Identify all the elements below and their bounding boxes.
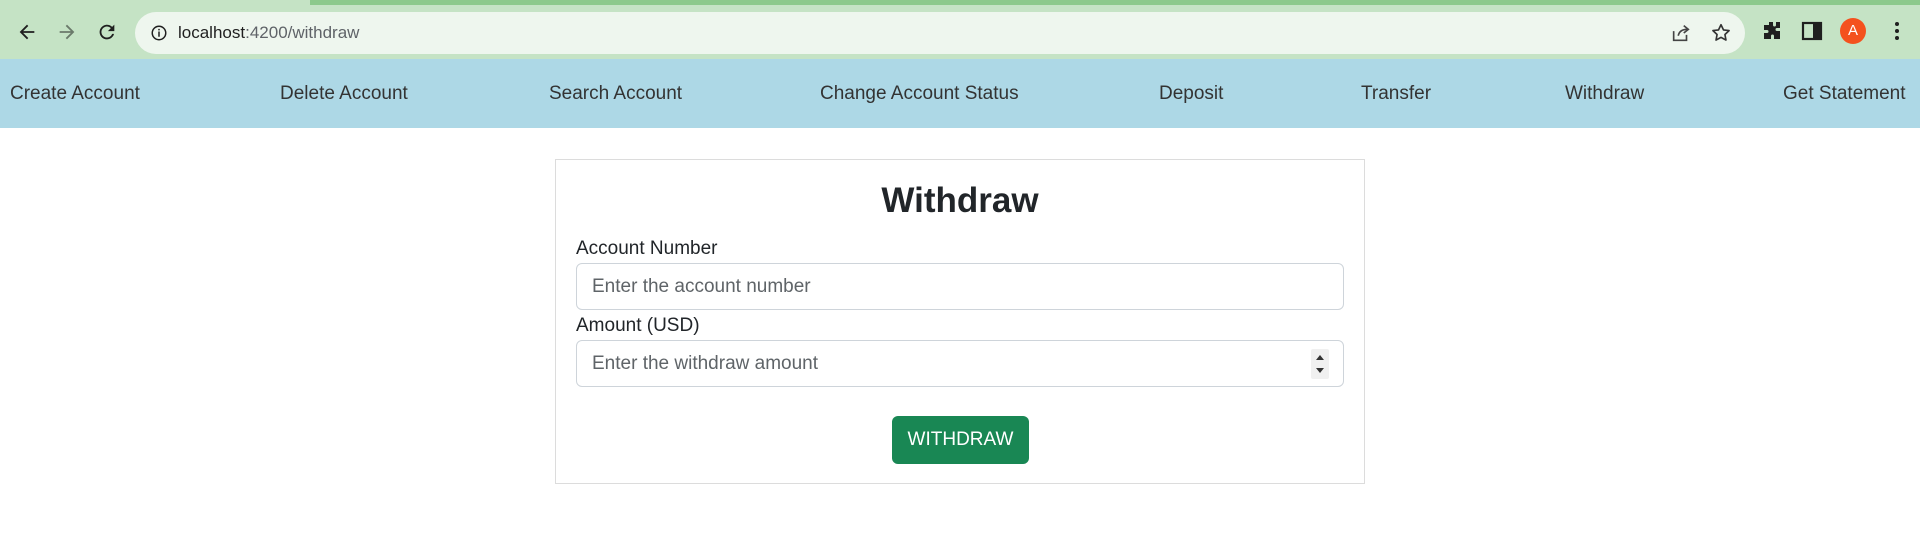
avatar[interactable]: A <box>1840 18 1866 44</box>
browser-toolbar: localhost:4200/withdraw A <box>0 0 1920 59</box>
page-title: Withdraw <box>881 181 1039 220</box>
nav-transfer[interactable]: Transfer <box>1361 83 1431 105</box>
nav-search-account[interactable]: Search Account <box>549 83 682 105</box>
amount-label: Amount (USD) <box>576 315 700 336</box>
amount-input[interactable] <box>576 340 1344 387</box>
share-icon[interactable] <box>1670 22 1692 44</box>
back-button[interactable] <box>9 14 45 50</box>
reload-button[interactable] <box>89 14 125 50</box>
account-number-input[interactable] <box>576 263 1344 310</box>
address-bar[interactable]: localhost:4200/withdraw <box>135 12 1745 54</box>
nav-create-account[interactable]: Create Account <box>10 83 140 105</box>
forward-arrow-icon <box>59 24 75 40</box>
url-text[interactable]: localhost:4200/withdraw <box>178 23 359 43</box>
nav-get-statement[interactable]: Get Statement <box>1783 83 1906 105</box>
withdraw-form-card: Withdraw Account Number Amount (USD) WIT… <box>555 159 1365 484</box>
caret-down-icon[interactable] <box>1315 365 1325 375</box>
reload-icon <box>99 24 115 40</box>
url-host: localhost <box>178 23 246 42</box>
nav-withdraw[interactable]: Withdraw <box>1565 83 1644 105</box>
star-icon[interactable] <box>1710 22 1732 44</box>
back-arrow-icon <box>19 24 35 40</box>
forward-button[interactable] <box>49 14 85 50</box>
kebab-menu-icon[interactable] <box>1885 19 1909 43</box>
active-tab-edge <box>0 0 310 5</box>
nav-deposit[interactable]: Deposit <box>1159 83 1223 105</box>
info-icon[interactable] <box>150 24 168 42</box>
caret-up-icon[interactable] <box>1315 353 1325 363</box>
nav-change-account-status[interactable]: Change Account Status <box>820 83 1019 105</box>
amount-stepper[interactable] <box>1311 349 1329 379</box>
account-number-label: Account Number <box>576 238 718 259</box>
side-panel-icon[interactable] <box>1800 19 1824 43</box>
nav-delete-account[interactable]: Delete Account <box>280 83 408 105</box>
puzzle-icon[interactable] <box>1760 19 1784 43</box>
url-path: :4200/withdraw <box>245 23 360 42</box>
app-navbar: Create Account Delete Account Search Acc… <box>0 59 1920 128</box>
withdraw-button[interactable]: WITHDRAW <box>892 416 1029 464</box>
